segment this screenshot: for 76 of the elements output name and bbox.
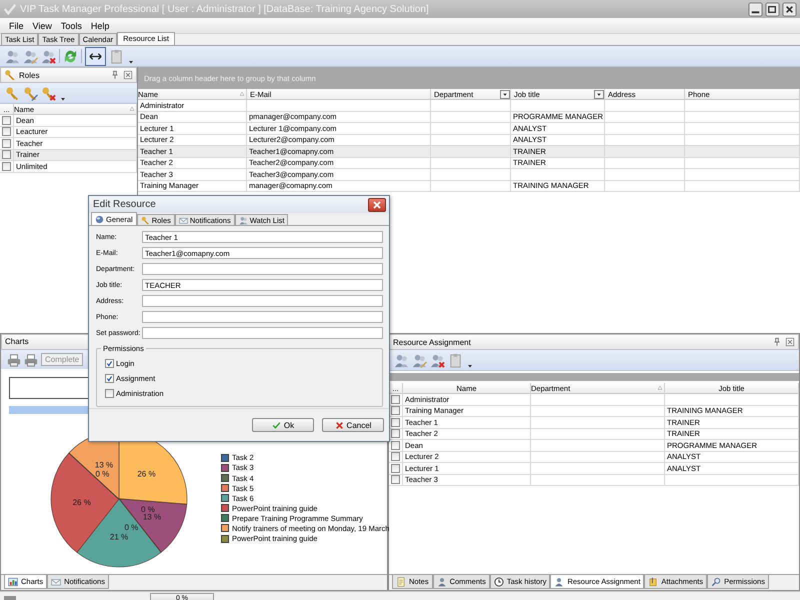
printer-icon [24,352,38,367]
menu-item[interactable]: File [9,20,24,30]
checkbox[interactable] [391,475,400,484]
checkbox[interactable] [391,418,400,427]
checkbox[interactable] [391,464,400,473]
clipboard-icon [448,352,463,368]
filter-button[interactable] [500,90,510,98]
person-icon [436,576,447,586]
data-label: 26 % [72,498,91,508]
minimize-icon [748,2,763,16]
dialog-button[interactable]: Ok [252,418,314,432]
checkbox[interactable] [105,374,114,383]
users-cross-icon [430,352,445,368]
checkbox[interactable] [105,389,114,398]
chart-icon [8,576,18,587]
pane-title: Roles [19,70,40,80]
pin-icon [772,337,782,347]
checkbox[interactable] [2,127,11,136]
clipboard-icon [109,48,124,64]
users-icon [5,48,20,64]
input-field[interactable] [142,327,383,339]
sort-icon [128,105,136,113]
users-pencil-icon [23,48,38,64]
check-icon [272,420,281,430]
window-title: VIP Task Manager Professional [ User : Administrator ] [DataBase: Training Agency Solution] [20,4,430,14]
checkbox[interactable] [391,440,400,450]
key-icon [140,216,150,224]
globe-icon [95,214,104,224]
menu-item[interactable]: Help [90,20,110,30]
close-icon [782,2,797,16]
checkbox[interactable] [2,138,11,148]
envelope-icon [51,576,62,587]
checkbox[interactable] [105,359,114,368]
check-icon [3,2,17,16]
checkbox[interactable] [2,150,11,160]
cross-icon [334,420,344,430]
note-icon [396,576,406,586]
caret-icon[interactable] [466,362,474,370]
checkbox[interactable] [2,116,11,125]
checkbox[interactable] [391,394,400,404]
pane-title: Resource Assignment [393,338,471,346]
menu-item[interactable]: Tools [60,20,82,30]
input-field[interactable] [142,311,383,323]
clock-icon [494,576,504,586]
pane-title: Charts [5,337,29,346]
checkbox[interactable] [391,452,400,462]
input-field[interactable] [142,263,383,275]
status-indicator [4,596,16,600]
data-label: 26 % [137,470,156,479]
restore-icon [765,2,780,16]
checkbox[interactable] [2,162,11,171]
close-icon [785,337,795,347]
magnifier-icon [711,576,722,586]
checkbox[interactable] [391,429,400,438]
column-fit-button[interactable] [85,46,106,66]
envelope-icon [178,216,188,224]
refresh-icon [63,48,78,64]
person-icon [554,576,564,586]
input-field[interactable] [142,295,383,307]
users-icon [394,352,409,368]
checkbox[interactable] [391,406,400,416]
sort-icon [656,384,664,392]
printer-icon [7,352,21,367]
users-pencil-icon [412,352,427,368]
users-icon [238,216,248,224]
dialog-button[interactable]: Cancel [322,418,384,432]
pin-icon [110,70,120,80]
users-cross-icon [41,48,56,64]
close-button[interactable] [368,198,386,212]
close-icon [373,200,381,208]
dialog-title: Edit Resource [93,199,156,210]
paperclip-icon [648,576,658,586]
close-icon [123,70,133,80]
filter-button[interactable] [594,90,604,98]
menu-item[interactable]: View [32,20,52,30]
sort-icon [238,90,246,98]
